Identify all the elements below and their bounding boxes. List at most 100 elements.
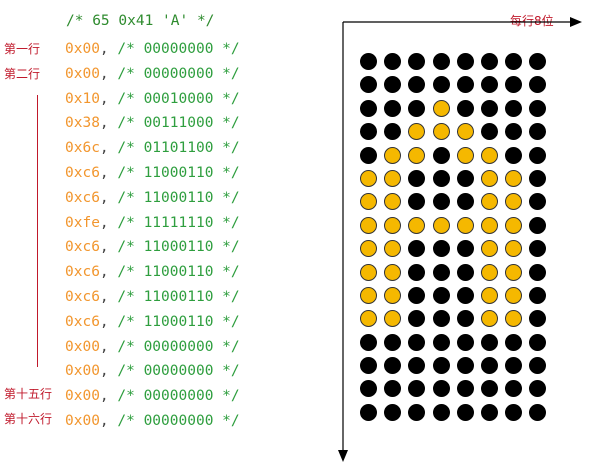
dot-off xyxy=(505,53,523,70)
dot-on xyxy=(408,216,426,234)
dot-off xyxy=(384,380,402,398)
dot-off xyxy=(384,53,402,70)
dot-off xyxy=(505,357,523,375)
dot-off xyxy=(529,193,547,211)
dot-off xyxy=(432,333,450,351)
dot-off xyxy=(529,263,547,281)
dot-off xyxy=(505,333,523,351)
dot-on xyxy=(360,216,377,234)
dot-off xyxy=(432,53,450,70)
dot-off xyxy=(529,333,547,351)
dot-off xyxy=(505,76,523,94)
dot-off xyxy=(529,53,547,70)
dot-on xyxy=(505,193,523,211)
dot-off xyxy=(529,99,547,117)
dot-off xyxy=(432,76,450,94)
dot-off xyxy=(408,169,426,187)
dot-off xyxy=(456,357,474,375)
dot-on xyxy=(480,216,498,234)
dot-on xyxy=(480,193,498,211)
dot-off xyxy=(360,53,377,70)
dot-off xyxy=(456,240,474,258)
dot-on xyxy=(432,99,450,117)
dot-off xyxy=(529,403,547,421)
dot-off xyxy=(432,263,450,281)
x-axis-arrow xyxy=(570,17,582,27)
dot-off xyxy=(505,123,523,141)
dot-on xyxy=(384,286,402,304)
dot-off xyxy=(432,380,450,398)
dot-off xyxy=(384,403,402,421)
dot-off xyxy=(529,357,547,375)
dot-off xyxy=(456,380,474,398)
dot-on xyxy=(505,286,523,304)
dot-off xyxy=(505,403,523,421)
dot-off xyxy=(408,263,426,281)
dot-off xyxy=(432,193,450,211)
dot-off xyxy=(408,193,426,211)
dot-off xyxy=(360,99,377,117)
dot-off xyxy=(529,76,547,94)
dot-off xyxy=(456,53,474,70)
dot-off xyxy=(456,76,474,94)
dot-off xyxy=(529,286,547,304)
dot-off xyxy=(408,403,426,421)
dot-on xyxy=(384,263,402,281)
dot-off xyxy=(456,263,474,281)
dot-off xyxy=(408,76,426,94)
dot-matrix-grid xyxy=(358,51,548,425)
dot-on xyxy=(384,169,402,187)
dot-on xyxy=(384,193,402,211)
dot-off xyxy=(480,76,498,94)
dot-on xyxy=(360,263,377,281)
dot-off xyxy=(529,380,547,398)
dot-off xyxy=(408,53,426,70)
dot-off xyxy=(432,169,450,187)
dot-on xyxy=(456,216,474,234)
dot-off xyxy=(529,216,547,234)
dot-off xyxy=(480,403,498,421)
dot-off xyxy=(456,193,474,211)
dot-on xyxy=(360,169,377,187)
dot-on xyxy=(505,310,523,328)
dot-off xyxy=(432,146,450,164)
dot-on xyxy=(408,123,426,141)
dot-off xyxy=(456,169,474,187)
dot-off xyxy=(529,169,547,187)
dot-off xyxy=(505,99,523,117)
dot-on xyxy=(456,146,474,164)
dot-on xyxy=(505,216,523,234)
dot-on xyxy=(408,146,426,164)
dot-off xyxy=(384,123,402,141)
dot-off xyxy=(384,76,402,94)
dot-off xyxy=(480,53,498,70)
dot-on xyxy=(480,240,498,258)
dot-off xyxy=(384,357,402,375)
dot-on xyxy=(456,123,474,141)
dot-off xyxy=(529,240,547,258)
dot-on xyxy=(505,240,523,258)
dot-off xyxy=(505,146,523,164)
dot-off xyxy=(529,310,547,328)
dot-off xyxy=(480,380,498,398)
dot-off xyxy=(384,99,402,117)
dot-off xyxy=(456,333,474,351)
dot-off xyxy=(505,380,523,398)
dot-on xyxy=(432,123,450,141)
dot-off xyxy=(432,240,450,258)
dot-off xyxy=(360,357,377,375)
dot-off xyxy=(432,357,450,375)
dot-on xyxy=(384,310,402,328)
dot-off xyxy=(408,357,426,375)
dot-off xyxy=(432,310,450,328)
dot-off xyxy=(408,380,426,398)
dot-off xyxy=(456,310,474,328)
dot-on xyxy=(384,240,402,258)
dot-off xyxy=(432,286,450,304)
dot-off xyxy=(360,380,377,398)
dot-off xyxy=(480,333,498,351)
dot-off xyxy=(408,99,426,117)
dot-off xyxy=(384,333,402,351)
dot-on xyxy=(384,216,402,234)
dot-off xyxy=(360,76,377,94)
